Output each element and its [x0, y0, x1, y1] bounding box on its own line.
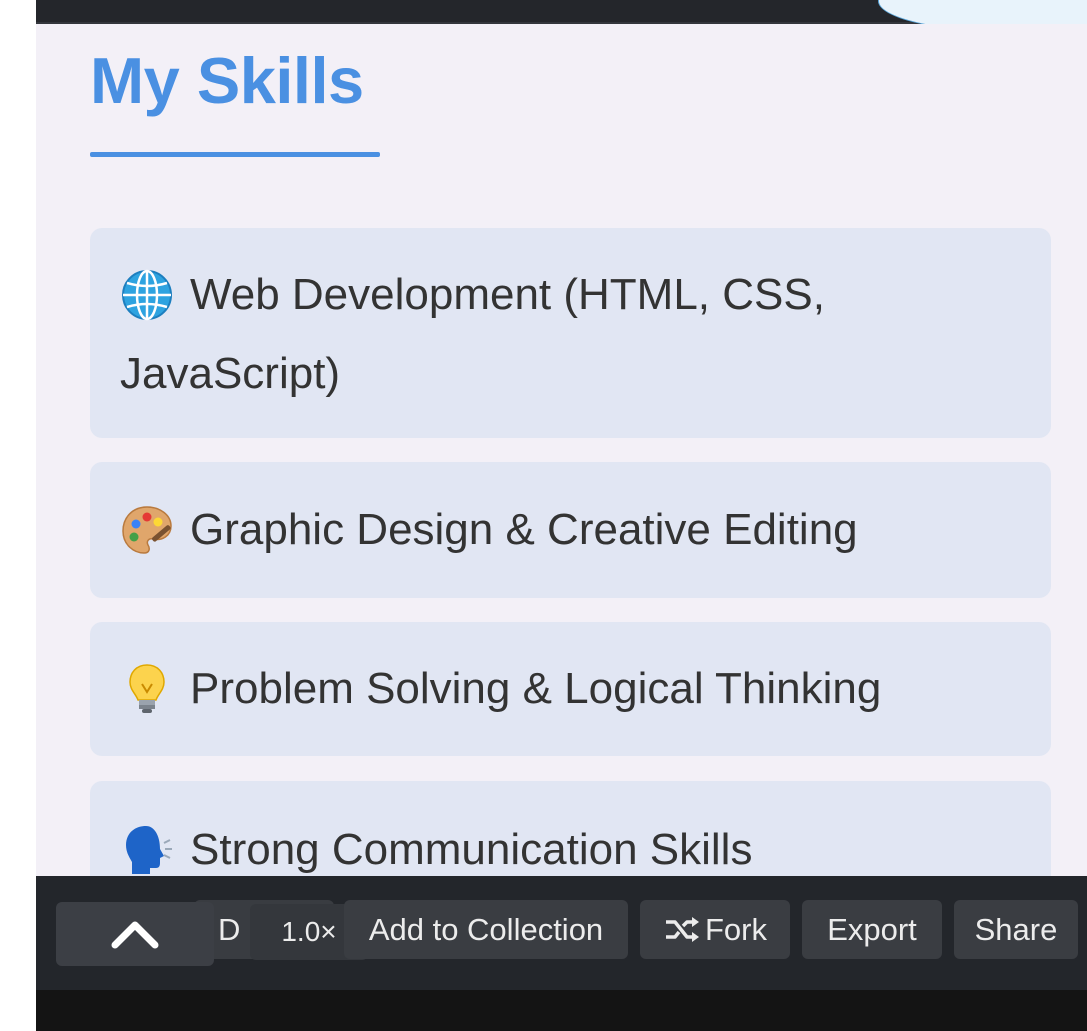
skill-card-communication: Strong Communication Skills: [90, 781, 1051, 876]
add-to-collection-label: Add to Collection: [368, 911, 604, 947]
skill-label: Web Development (HTML, CSS,: [190, 270, 825, 319]
add-to-collection-button[interactable]: Add to Collection: [344, 900, 628, 959]
skill-card-graphic-design: Graphic Design & Creative Editing: [90, 462, 1051, 598]
fork-button[interactable]: Fork: [640, 900, 790, 959]
scroll-up-button[interactable]: [56, 902, 214, 966]
page-title: My Skills: [90, 44, 364, 117]
speed-label: 1.0×: [281, 916, 337, 947]
bottom-dark-band: [36, 990, 1087, 1031]
skill-label: Graphic Design & Creative Editing: [190, 505, 858, 554]
share-button[interactable]: Share: [954, 900, 1078, 959]
export-button[interactable]: Export: [802, 900, 942, 959]
bottom-toolbar: D 1.0× Add to Collection Fork Export Sha…: [36, 876, 1087, 990]
truncated-button-label: D: [218, 911, 241, 947]
share-label: Share: [974, 911, 1058, 947]
export-label: Export: [827, 911, 917, 947]
fork-icon: [666, 916, 699, 942]
globe-icon: [122, 269, 172, 321]
skill-card-web-development: Web Development (HTML, CSS, JavaScript): [90, 228, 1051, 438]
skill-label-continued: JavaScript): [120, 349, 341, 398]
chevron-up-icon: [111, 921, 159, 949]
skill-card-problem-solving: Problem Solving & Logical Thinking: [90, 622, 1051, 756]
title-underline: [90, 152, 380, 157]
skills-page: My Skills Web Development (HTML, CSS, Ja…: [36, 24, 1087, 876]
light-bulb-icon: [129, 664, 165, 713]
palette-icon: [122, 506, 172, 554]
skill-label: Strong Communication Skills: [190, 825, 753, 874]
skill-label: Problem Solving & Logical Thinking: [190, 664, 882, 713]
fork-label: Fork: [705, 911, 767, 947]
speaking-head-icon: [126, 826, 172, 874]
